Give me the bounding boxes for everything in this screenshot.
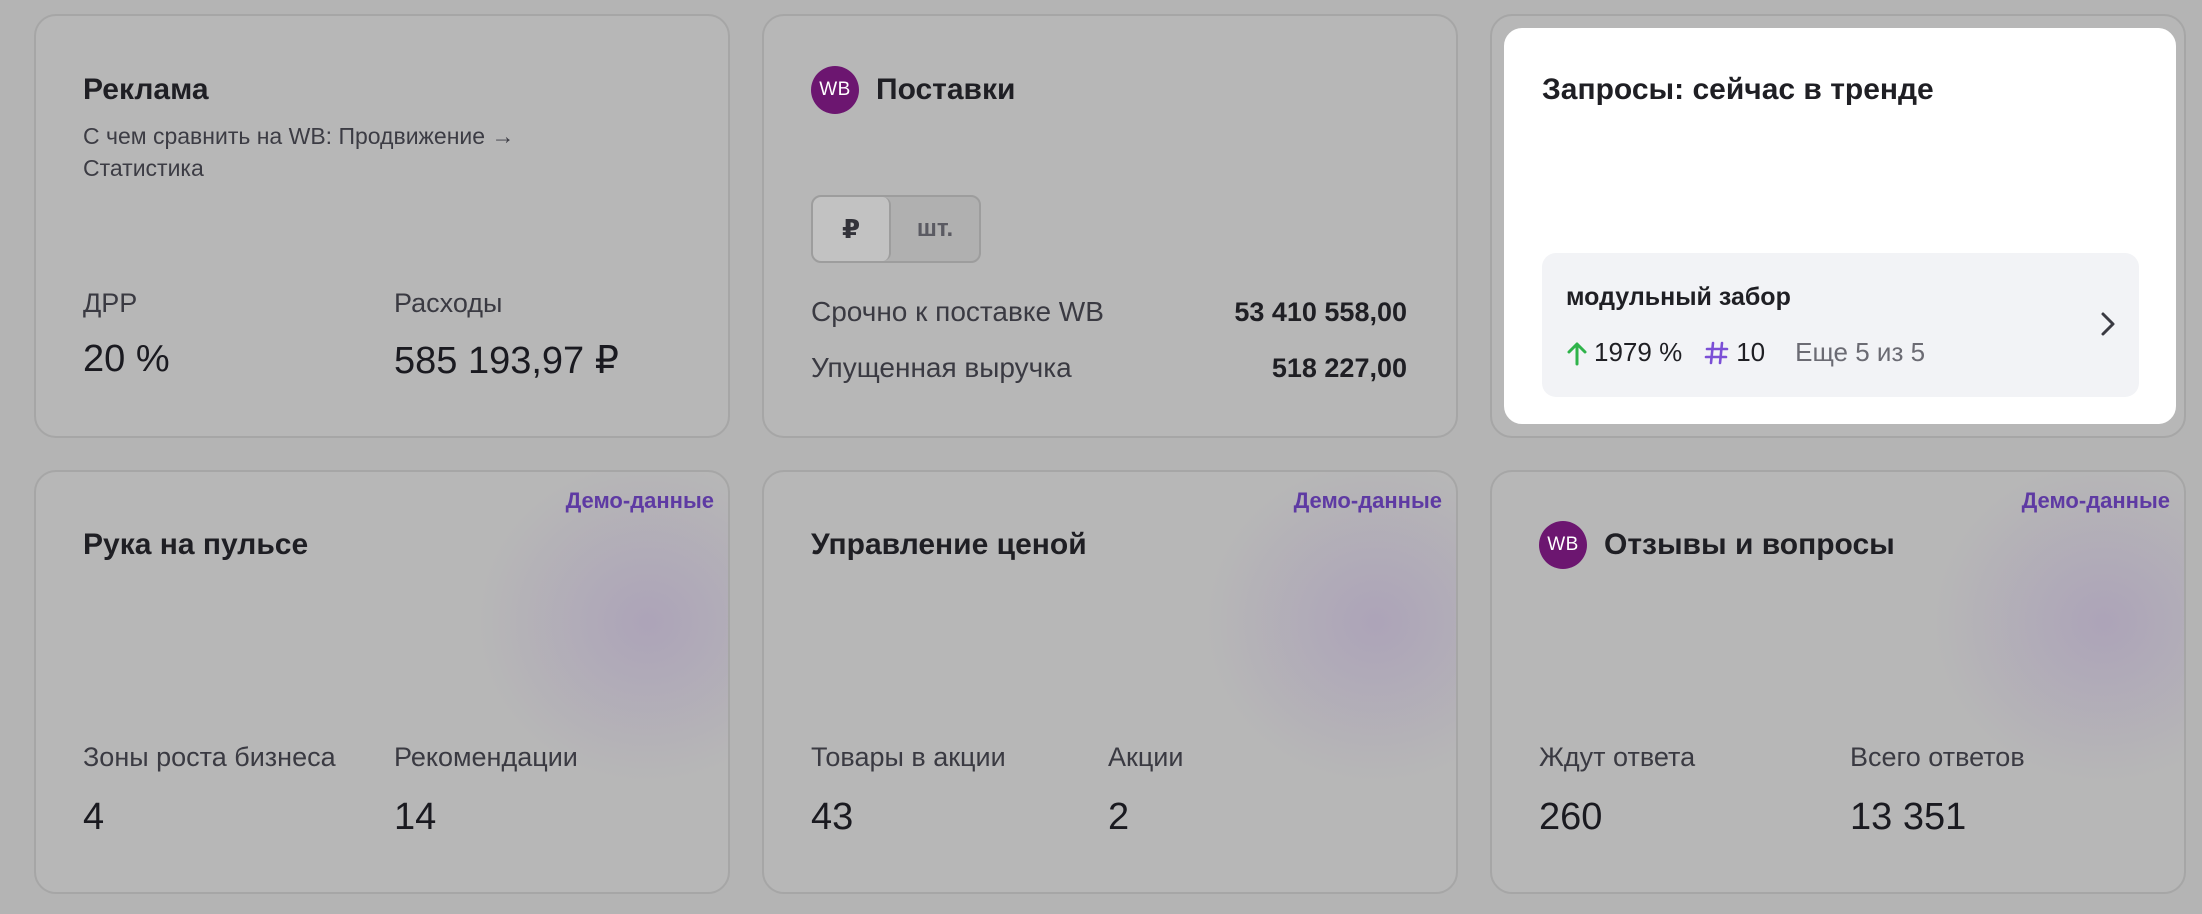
price-title: Управление ценой — [811, 528, 1087, 561]
supplies-card[interactable]: WB Поставки ₽ шт. Срочно к поставке WB 5… — [762, 14, 1458, 438]
wb-logo-icon: WB — [811, 66, 859, 114]
unit-toggle[interactable]: ₽ шт. — [811, 195, 981, 263]
pulse-card[interactable]: Демо-данные Рука на пульсе Зоны роста би… — [34, 470, 730, 894]
promo-goods-label: Товары в акции — [811, 742, 1006, 772]
toggle-rub-button[interactable]: ₽ — [813, 197, 891, 261]
ads-card[interactable]: Реклама С чем сравнить на WB: Продвижени… — [34, 14, 730, 438]
hash-icon — [1704, 340, 1730, 366]
total-replies-value: 13 351 — [1850, 796, 1967, 838]
price-card[interactable]: Демо-данные Управление ценой Товары в ак… — [762, 470, 1458, 894]
reviews-title: Отзывы и вопросы — [1604, 528, 1895, 561]
demo-data-badge: Демо-данные — [1293, 488, 1442, 513]
promotions-value: 2 — [1108, 796, 1130, 838]
trend-growth-value: 1979 % — [1594, 337, 1683, 367]
reviews-card[interactable]: Демо-данные WB Отзывы и вопросы Ждут отв… — [1490, 470, 2186, 894]
ads-expenses-label: Расходы — [394, 288, 503, 318]
urgent-supply-label: Срочно к поставке WB — [811, 296, 1104, 327]
promo-goods-value: 43 — [811, 796, 854, 838]
promotions-label: Акции — [1108, 742, 1184, 772]
lost-revenue-label: Упущенная выручка — [811, 352, 1072, 383]
wb-logo-icon: WB — [1539, 521, 1587, 569]
total-replies-label: Всего ответов — [1850, 742, 2025, 772]
awaiting-reply-value: 260 — [1539, 796, 1603, 838]
trend-rank-value: 10 — [1736, 337, 1766, 367]
recommendations-label: Рекомендации — [394, 742, 578, 772]
trends-card[interactable]: Запросы: сейчас в тренде модульный забор… — [1504, 28, 2176, 424]
urgent-supply-value: 53 410 558,00 — [1234, 297, 1407, 327]
growth-zones-label: Зоны роста бизнеса — [83, 742, 336, 772]
ads-drr-label: ДРР — [83, 288, 138, 318]
demo-data-badge: Демо-данные — [2021, 488, 2170, 513]
recommendations-value: 14 — [394, 796, 437, 838]
growth-zones-value: 4 — [83, 796, 105, 838]
trends-title: Запросы: сейчас в тренде — [1542, 73, 1934, 106]
trend-query-item[interactable]: модульный забор 1979 % 10 Еще 5 из 5 — [1542, 253, 2139, 397]
ads-drr-value: 20 % — [83, 338, 170, 380]
toggle-pcs-button[interactable]: шт. — [891, 197, 979, 261]
more-queries-link[interactable]: Еще 5 из 5 — [1795, 337, 1925, 368]
supplies-title: Поставки — [876, 73, 1016, 106]
pulse-title: Рука на пульсе — [83, 528, 309, 561]
trend-query-name: модульный забор — [1566, 283, 1791, 311]
lost-revenue-value: 518 227,00 — [1271, 353, 1407, 383]
chevron-right-icon[interactable] — [2099, 309, 2117, 344]
ads-title: Реклама — [83, 73, 209, 106]
arrow-up-icon — [1566, 340, 1588, 366]
awaiting-reply-label: Ждут ответа — [1539, 742, 1696, 772]
trend-query-stats: 1979 % 10 Еще 5 из 5 — [1566, 337, 1925, 368]
ads-subtitle: С чем сравнить на WB: Продвижение → Стат… — [83, 123, 515, 181]
demo-data-badge: Демо-данные — [565, 488, 714, 513]
ads-expenses-value: 585 193,97 ₽ — [394, 340, 619, 382]
